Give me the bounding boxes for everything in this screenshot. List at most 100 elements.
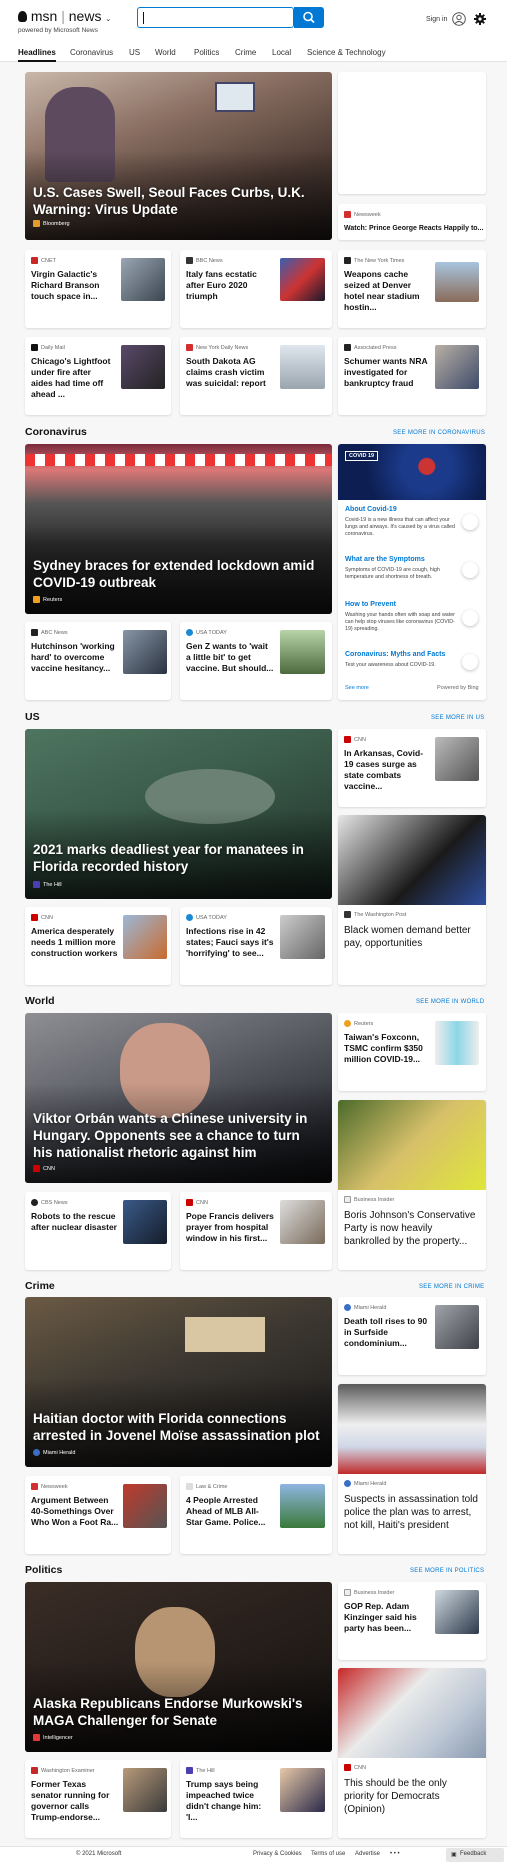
info-icon[interactable] — [462, 514, 478, 530]
search-button[interactable] — [294, 7, 324, 28]
sign-in-link[interactable]: Sign in — [426, 16, 447, 23]
more-options-icon[interactable]: • • • — [390, 1851, 400, 1857]
story-title[interactable]: Schumer wants NRA investigated for bankr… — [344, 356, 432, 389]
hero-title[interactable]: Haitian doctor with Florida connections … — [33, 1410, 323, 1444]
carousel-dots[interactable] — [140, 232, 220, 236]
tab-world[interactable]: World — [155, 48, 176, 57]
story-card[interactable]: CNN In Arkansas, Covid-19 cases surge as… — [338, 729, 486, 807]
covid-item-title[interactable]: How to Prevent — [345, 601, 396, 608]
story-thumbnail — [280, 345, 325, 389]
advertise-link[interactable]: Advertise — [355, 1851, 380, 1857]
story-title[interactable]: Black women demand better pay, opportuni… — [344, 924, 478, 950]
story-title[interactable]: 4 People Arrested Ahead of MLB All-Star … — [186, 1495, 274, 1528]
story-card[interactable]: BBC News Italy fans ecstatic after Euro … — [180, 250, 332, 328]
tab-politics[interactable]: Politics — [194, 48, 219, 57]
covid-item-title[interactable]: About Covid-19 — [345, 506, 397, 513]
story-card[interactable]: Law & Crime 4 People Arrested Ahead of M… — [180, 1476, 332, 1554]
hero-title[interactable]: U.S. Cases Swell, Seoul Faces Curbs, U.K… — [33, 184, 323, 218]
feedback-icon: ▣ — [451, 1852, 457, 1858]
myths-icon[interactable] — [462, 654, 478, 670]
story-card-large[interactable]: Miami Herald Suspects in assassination t… — [338, 1384, 486, 1554]
story-card[interactable]: Daily Mail Chicago's Lightfoot under fir… — [25, 337, 171, 415]
see-more-us[interactable]: SEE MORE IN US — [431, 715, 485, 721]
story-title[interactable]: Taiwan's Foxconn, TSMC confirm $350 mill… — [344, 1032, 432, 1065]
tab-headlines[interactable]: Headlines — [18, 48, 56, 62]
coronavirus-hero-story[interactable]: Sydney braces for extended lockdown amid… — [25, 444, 332, 614]
story-title[interactable]: South Dakota AG claims crash victim was … — [186, 356, 274, 389]
see-more-crime[interactable]: SEE MORE IN CRIME — [419, 1284, 484, 1290]
story-title[interactable]: Robots to the rescue after nuclear disas… — [31, 1211, 119, 1233]
privacy-link[interactable]: Privacy & Cookies — [253, 1851, 302, 1857]
crime-hero-story[interactable]: Haitian doctor with Florida connections … — [25, 1297, 332, 1467]
story-card[interactable]: USA TODAY Infections rise in 42 states; … — [180, 907, 332, 985]
story-title[interactable]: Chicago's Lightfoot under fire after aid… — [31, 356, 115, 400]
side-story-newsweek[interactable]: Newsweek Watch: Prince George Reacts Hap… — [338, 204, 486, 240]
story-card[interactable]: The Hill Trump says being impeached twic… — [180, 1760, 332, 1838]
story-title[interactable]: This should be the only priority for Dem… — [344, 1777, 478, 1816]
story-title[interactable]: Italy fans ecstatic after Euro 2020 triu… — [186, 269, 274, 302]
story-card[interactable]: Newsweek Argument Between 40-Somethings … — [25, 1476, 171, 1554]
story-card-large[interactable]: CNN This should be the only priority for… — [338, 1668, 486, 1838]
story-card[interactable]: Associated Press Schumer wants NRA inves… — [338, 337, 486, 415]
story-title[interactable]: In Arkansas, Covid-19 cases surge as sta… — [344, 748, 432, 792]
feedback-button[interactable]: ▣ Feedback — [446, 1848, 504, 1862]
world-hero-story[interactable]: Viktor Orbán wants a Chinese university … — [25, 1013, 332, 1183]
story-title[interactable]: Argument Between 40-Somethings Over Who … — [31, 1495, 119, 1528]
us-hero-story[interactable]: 2021 marks deadliest year for manatees i… — [25, 729, 332, 899]
story-title[interactable]: Pope Francis delivers prayer from hospit… — [186, 1211, 274, 1244]
politics-hero-story[interactable]: Alaska Republicans Endorse Murkowski's M… — [25, 1582, 332, 1752]
tab-crime[interactable]: Crime — [235, 48, 256, 57]
hero-title[interactable]: Alaska Republicans Endorse Murkowski's M… — [33, 1695, 323, 1729]
covid-see-more[interactable]: See more — [345, 685, 369, 691]
hero-image-object — [185, 1317, 265, 1352]
see-more-world[interactable]: SEE MORE IN WORLD — [416, 999, 484, 1005]
msn-logo[interactable]: msn | news ⌄ — [18, 8, 111, 24]
story-card[interactable]: Reuters Taiwan's Foxconn, TSMC confirm $… — [338, 1013, 486, 1091]
story-title[interactable]: Weapons cache seized at Denver hotel nea… — [344, 269, 432, 313]
story-card[interactable]: CNN America desperately needs 1 million … — [25, 907, 171, 985]
story-card[interactable]: USA TODAY Gen Z wants to 'wait a little … — [180, 622, 332, 700]
story-title[interactable]: GOP Rep. Adam Kinzinger said his party h… — [344, 1601, 432, 1634]
story-card[interactable]: CNN Pope Francis delivers prayer from ho… — [180, 1192, 332, 1270]
story-title[interactable]: Virgin Galactic's Richard Branson touch … — [31, 269, 115, 302]
story-title[interactable]: Former Texas senator running for governo… — [31, 1779, 119, 1823]
story-card[interactable]: Miami Herald Death toll rises to 90 in S… — [338, 1297, 486, 1375]
story-title[interactable]: Infections rise in 42 states; Fauci says… — [186, 926, 274, 959]
story-card[interactable]: ABC News Hutchinson 'working hard' to ov… — [25, 622, 171, 700]
story-card[interactable]: Washington Examiner Former Texas senator… — [25, 1760, 171, 1838]
story-title[interactable]: Boris Johnson's Conservative Party is no… — [344, 1209, 478, 1248]
symptoms-icon[interactable] — [462, 562, 478, 578]
avatar-icon[interactable] — [452, 12, 466, 26]
tab-science-technology[interactable]: Science & Technology — [307, 48, 386, 57]
story-card[interactable]: CBS News Robots to the rescue after nucl… — [25, 1192, 171, 1270]
hero-title[interactable]: Sydney braces for extended lockdown amid… — [33, 557, 323, 591]
story-card-large[interactable]: Business Insider Boris Johnson's Conserv… — [338, 1100, 486, 1270]
story-title[interactable]: Hutchinson 'working hard' to overcome va… — [31, 641, 119, 674]
story-title[interactable]: Suspects in assassination told police th… — [344, 1493, 478, 1532]
story-card-large[interactable]: The Washington Post Black women demand b… — [338, 815, 486, 985]
story-title[interactable]: Gen Z wants to 'wait a little bit' to ge… — [186, 641, 274, 674]
see-more-politics[interactable]: SEE MORE IN POLITICS — [410, 1568, 484, 1574]
tab-us[interactable]: US — [129, 48, 140, 57]
story-card[interactable]: The New York Times Weapons cache seized … — [338, 250, 486, 328]
hero-title[interactable]: 2021 marks deadliest year for manatees i… — [33, 841, 323, 875]
covid-item-title[interactable]: Coronavirus: Myths and Facts — [345, 651, 445, 658]
prevent-icon[interactable] — [462, 610, 478, 626]
story-card[interactable]: Business Insider GOP Rep. Adam Kinzinger… — [338, 1582, 486, 1660]
terms-link[interactable]: Terms of use — [311, 1851, 345, 1857]
story-card[interactable]: New York Daily News South Dakota AG clai… — [180, 337, 332, 415]
story-source: CNN — [41, 915, 53, 921]
gear-icon[interactable] — [474, 13, 486, 25]
story-title[interactable]: America desperately needs 1 million more… — [31, 926, 119, 959]
story-title[interactable]: Death toll rises to 90 in Surfside condo… — [344, 1316, 432, 1349]
story-title[interactable]: Trump says being impeached twice didn't … — [186, 1779, 274, 1823]
covid-item-title[interactable]: What are the Symptoms — [345, 556, 425, 563]
search-input[interactable] — [137, 7, 294, 28]
see-more-coronavirus[interactable]: SEE MORE IN CORONAVIRUS — [393, 430, 485, 436]
story-title[interactable]: Watch: Prince George Reacts Happily to..… — [344, 223, 484, 234]
story-card[interactable]: CNET Virgin Galactic's Richard Branson t… — [25, 250, 171, 328]
tab-local[interactable]: Local — [272, 48, 291, 57]
hero-title[interactable]: Viktor Orbán wants a Chinese university … — [33, 1110, 323, 1161]
top-hero-story[interactable]: U.S. Cases Swell, Seoul Faces Curbs, U.K… — [25, 72, 332, 240]
tab-coronavirus[interactable]: Coronavirus — [70, 48, 113, 57]
